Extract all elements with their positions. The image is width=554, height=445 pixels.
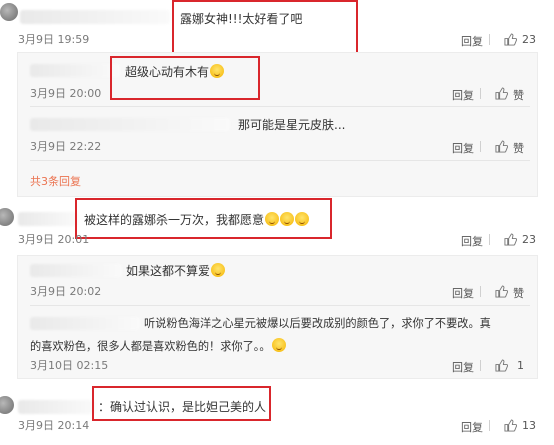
reply-time: 3月9日 22:22 [30,140,102,153]
emoji-icon [211,263,226,277]
thumbs-up-icon[interactable] [495,140,508,153]
thumbs-up-icon[interactable] [504,419,517,432]
highlight-box [75,198,332,239]
avatar[interactable] [0,396,14,414]
divider [30,160,530,161]
action-separator [480,360,481,371]
emoji-icon [271,338,286,352]
expand-replies-link[interactable]: 共3条回复 [30,173,81,189]
action-separator [489,34,490,45]
username-blurred[interactable] [30,317,140,330]
comment-time: 3月9日 20:14 [18,419,90,432]
reply-time: 3月9日 20:02 [30,285,102,298]
like-label: 赞 [513,142,524,155]
thumbs-up-icon[interactable] [504,33,517,46]
reply-button[interactable]: 回复 [461,33,483,49]
like-count: 13 [522,419,536,432]
username-blurred[interactable] [20,10,170,24]
thumbs-up-icon[interactable] [495,359,508,372]
username-blurred[interactable] [30,64,120,77]
reply-text: 那可能是星元皮肤... [238,118,346,132]
reply-button[interactable]: 回复 [452,359,474,375]
reply-button[interactable]: 回复 [452,140,474,156]
reply-time: 3月9日 20:00 [30,87,102,100]
reply-button[interactable]: 回复 [452,87,474,103]
username-blurred[interactable] [18,400,96,414]
reply-button[interactable]: 回复 [461,419,483,435]
thumbs-up-icon[interactable] [504,233,517,246]
reply-text-line1: 听说粉色海洋之心星元被爆以后要改成别的颜色了，求你了不要改。真 [144,317,491,330]
highlight-box [172,0,358,58]
action-separator [480,286,481,297]
like-count: 1 [517,359,524,372]
reply-button[interactable]: 回复 [461,233,483,249]
divider [30,106,530,107]
highlight-box [92,386,271,421]
avatar[interactable] [0,3,18,21]
comment-time: 3月9日 20:01 [18,233,90,246]
reply-text-line2: 的喜欢粉色，很多人都是喜欢粉色的！求你了。。 [30,338,286,355]
action-separator [489,234,490,245]
thumbs-up-icon[interactable] [495,285,508,298]
avatar[interactable] [0,208,14,226]
username-blurred[interactable] [18,212,78,226]
action-separator [489,420,490,431]
highlight-box [110,56,260,100]
username-blurred[interactable] [30,264,122,277]
divider [30,305,530,306]
action-separator [480,141,481,152]
reply-button[interactable]: 回复 [452,285,474,301]
like-label: 赞 [513,89,524,102]
reply-time: 3月10日 02:15 [30,359,109,372]
like-label: 赞 [513,287,524,300]
like-count: 23 [522,233,536,246]
reply-text: 如果这都不算爱 [126,263,226,279]
username-blurred[interactable] [30,118,230,131]
action-separator [480,88,481,99]
comment-time: 3月9日 19:59 [18,33,90,46]
like-count: 23 [522,33,536,46]
thumbs-up-icon[interactable] [495,87,508,100]
